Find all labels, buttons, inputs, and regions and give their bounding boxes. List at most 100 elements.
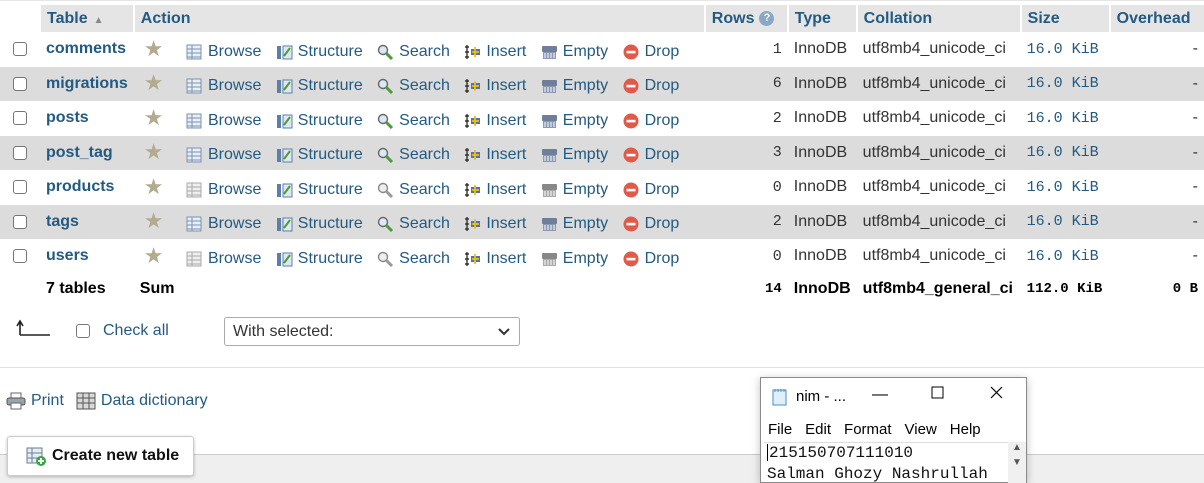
table-size[interactable]: 16.0 KiB <box>1021 32 1110 67</box>
create-new-table-button[interactable]: Create new table <box>7 436 194 476</box>
drop-action[interactable]: Drop <box>623 181 679 199</box>
menu-edit[interactable]: Edit <box>805 421 831 438</box>
browse-action[interactable]: Browse <box>186 215 261 233</box>
table-name-link[interactable]: comments <box>46 40 126 57</box>
browse-action[interactable]: Browse <box>186 250 261 268</box>
table-size[interactable]: 16.0 KiB <box>1020 66 1110 101</box>
header-type[interactable]: Type <box>787 5 858 32</box>
favorite-star-icon[interactable]: ★ <box>144 105 164 130</box>
help-icon[interactable]: ? <box>759 10 775 26</box>
scroll-down-icon[interactable]: ▼ <box>1008 457 1026 468</box>
menu-file[interactable]: File <box>768 421 792 438</box>
data-dictionary-link[interactable]: Data dictionary <box>76 392 208 410</box>
table-name-link[interactable]: posts <box>46 109 89 126</box>
with-selected-select[interactable]: With selected: <box>224 317 520 346</box>
menu-help[interactable]: Help <box>950 421 981 438</box>
table-size[interactable]: 16.0 KiB <box>1021 170 1110 205</box>
minimize-icon[interactable]: — <box>869 384 891 406</box>
row-checkbox[interactable] <box>13 214 27 229</box>
search-action[interactable]: Search <box>377 43 450 61</box>
table-name-link[interactable]: products <box>46 178 114 195</box>
maximize-icon[interactable] <box>926 384 948 406</box>
row-checkbox[interactable] <box>13 111 27 126</box>
table-size[interactable]: 16.0 KiB <box>1021 101 1110 136</box>
search-action[interactable]: Search <box>377 215 450 233</box>
search-icon <box>377 43 394 61</box>
insert-action[interactable]: Insert <box>464 181 526 199</box>
favorite-star-icon[interactable]: ★ <box>144 70 164 95</box>
table-size[interactable]: 16.0 KiB <box>1020 204 1110 239</box>
insert-action[interactable]: Insert <box>464 77 526 95</box>
browse-action[interactable]: Browse <box>186 146 261 164</box>
header-collation[interactable]: Collation <box>856 5 1022 32</box>
table-size[interactable]: 16.0 KiB <box>1021 239 1110 274</box>
header-table[interactable]: Table ▲ <box>40 5 135 32</box>
check-all[interactable]: Check all <box>76 322 169 340</box>
empty-action[interactable]: Empty <box>541 43 608 61</box>
structure-action[interactable]: Structure <box>276 146 363 164</box>
menu-view[interactable]: View <box>905 421 937 438</box>
insert-action[interactable]: Insert <box>464 215 526 233</box>
notepad-text-area[interactable]: 215150707111010 Salman Ghozy Nashrullah <box>764 442 1026 483</box>
data-dictionary-icon <box>76 392 96 410</box>
empty-action[interactable]: Empty <box>541 250 608 268</box>
row-checkbox[interactable] <box>13 180 27 195</box>
structure-action[interactable]: Structure <box>276 215 363 233</box>
favorite-star-icon[interactable]: ★ <box>144 36 164 61</box>
favorite-star-icon[interactable]: ★ <box>144 174 164 199</box>
search-action[interactable]: Search <box>377 77 450 95</box>
table-size[interactable]: 16.0 KiB <box>1020 135 1110 170</box>
table-name-link[interactable]: tags <box>46 213 79 230</box>
row-checkbox[interactable] <box>13 249 27 264</box>
structure-action[interactable]: Structure <box>276 43 363 61</box>
print-link[interactable]: Print <box>6 392 64 410</box>
header-size[interactable]: Size <box>1020 5 1111 32</box>
insert-action[interactable]: Insert <box>464 112 526 130</box>
notepad-titlebar[interactable]: nim - ... — <box>761 378 1026 416</box>
search-action[interactable]: Search <box>377 146 450 164</box>
row-checkbox[interactable] <box>13 145 27 160</box>
drop-action[interactable]: Drop <box>623 77 679 95</box>
drop-action[interactable]: Drop <box>623 112 679 130</box>
favorite-star-icon[interactable]: ★ <box>144 208 164 233</box>
drop-action[interactable]: Drop <box>623 43 679 61</box>
close-icon[interactable] <box>985 384 1007 406</box>
row-checkbox[interactable] <box>13 42 27 57</box>
drop-action[interactable]: Drop <box>623 215 679 233</box>
search-action[interactable]: Search <box>377 112 450 130</box>
header-rows[interactable]: Rows? <box>704 5 789 32</box>
menu-format[interactable]: Format <box>844 421 892 438</box>
empty-action[interactable]: Empty <box>541 112 608 130</box>
browse-action[interactable]: Browse <box>186 43 261 61</box>
empty-action[interactable]: Empty <box>541 181 608 199</box>
notepad-scrollbar[interactable]: ▲ ▼ <box>1008 442 1026 483</box>
structure-action[interactable]: Structure <box>276 112 363 130</box>
structure-action[interactable]: Structure <box>276 77 363 95</box>
row-checkbox[interactable] <box>13 76 27 91</box>
browse-action[interactable]: Browse <box>186 181 261 199</box>
drop-action[interactable]: Drop <box>623 146 679 164</box>
favorite-star-icon[interactable]: ★ <box>144 243 164 268</box>
insert-action[interactable]: Insert <box>464 146 526 164</box>
check-all-checkbox[interactable] <box>76 324 90 338</box>
insert-action[interactable]: Insert <box>464 43 526 61</box>
favorite-star-icon[interactable]: ★ <box>144 139 164 164</box>
search-action[interactable]: Search <box>377 181 450 199</box>
table-name-link[interactable]: migrations <box>46 75 128 92</box>
notepad-window[interactable]: nim - ... — File Edit Format View Help 2… <box>760 377 1027 483</box>
browse-action[interactable]: Browse <box>186 77 261 95</box>
browse-action[interactable]: Browse <box>186 112 261 130</box>
structure-action[interactable]: Structure <box>276 181 363 199</box>
table-name-link[interactable]: users <box>46 247 89 264</box>
empty-action[interactable]: Empty <box>541 146 608 164</box>
insert-action[interactable]: Insert <box>464 250 526 268</box>
check-all-label[interactable]: Check all <box>103 322 169 340</box>
empty-action[interactable]: Empty <box>541 215 608 233</box>
structure-action[interactable]: Structure <box>276 250 363 268</box>
drop-action[interactable]: Drop <box>623 250 679 268</box>
scroll-up-icon[interactable]: ▲ <box>1008 442 1026 453</box>
header-overhead[interactable]: Overhead <box>1109 5 1204 32</box>
search-action[interactable]: Search <box>377 250 450 268</box>
table-name-link[interactable]: post_tag <box>46 144 113 161</box>
empty-action[interactable]: Empty <box>541 77 608 95</box>
